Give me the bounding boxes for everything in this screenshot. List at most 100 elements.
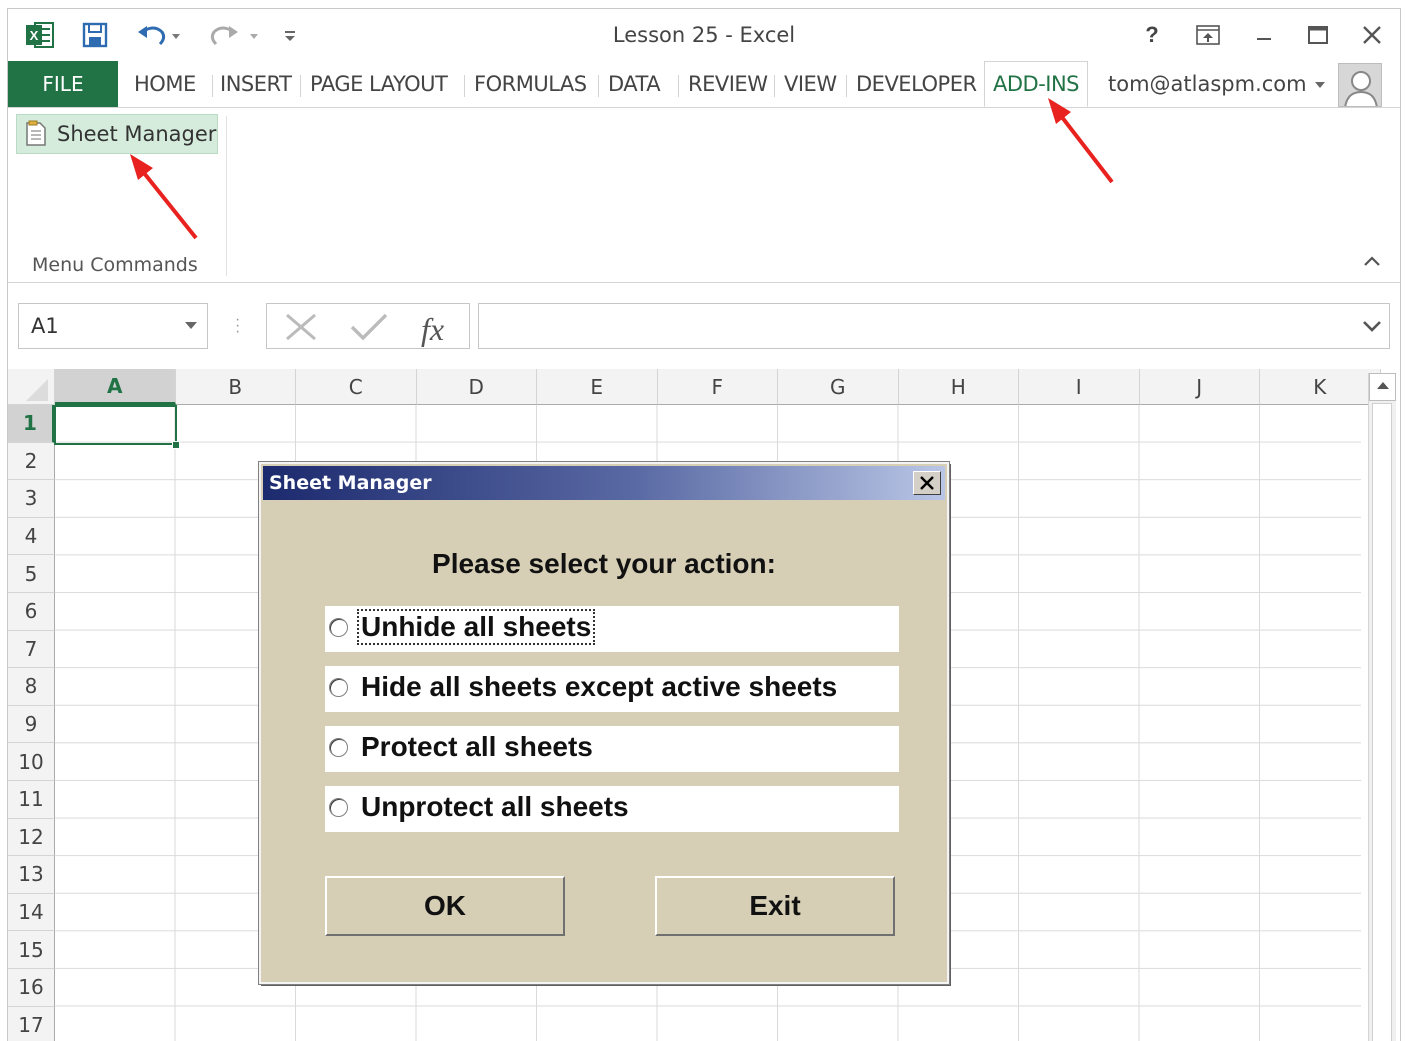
tab-separator: [212, 75, 213, 97]
row-header-11[interactable]: 11: [8, 781, 55, 819]
option-label: Unhide all sheets: [356, 609, 596, 645]
collapse-ribbon-icon[interactable]: [1360, 250, 1384, 274]
close-icon[interactable]: [1354, 19, 1390, 51]
option-unprotect-all[interactable]: Unprotect all sheets: [325, 786, 899, 832]
name-box-value: A1: [31, 314, 59, 338]
row-header-5[interactable]: 5: [8, 555, 55, 593]
tab-insert[interactable]: INSERT: [220, 61, 292, 107]
formula-buttons: fx: [266, 303, 470, 349]
column-header-e[interactable]: E: [537, 369, 658, 405]
tab-review[interactable]: REVIEW: [688, 61, 768, 107]
svg-text:fx: fx: [421, 311, 444, 347]
row-header-9[interactable]: 9: [8, 705, 55, 744]
radio-button[interactable]: [329, 738, 348, 757]
radio-button[interactable]: [329, 798, 348, 817]
option-label: Protect all sheets: [361, 731, 593, 762]
row-header-15[interactable]: 15: [8, 931, 55, 969]
row-header-17[interactable]: 17: [8, 1006, 55, 1041]
column-header-a[interactable]: A: [55, 369, 176, 405]
row-header-13[interactable]: 13: [8, 856, 55, 894]
selected-cell[interactable]: [54, 405, 177, 445]
row-header-8[interactable]: 8: [8, 668, 55, 706]
tab-separator: [774, 75, 775, 97]
avatar[interactable]: [1338, 63, 1382, 107]
minimize-icon[interactable]: [1246, 19, 1282, 51]
column-header-i[interactable]: I: [1019, 369, 1140, 405]
column-header-f[interactable]: F: [657, 369, 778, 405]
formula-bar-grip-icon[interactable]: · · ·: [235, 312, 240, 340]
row-header-14[interactable]: 14: [8, 893, 55, 932]
formula-bar: A1 · · · fx: [8, 283, 1400, 369]
tab-home[interactable]: HOME: [134, 61, 196, 107]
group-label: Menu Commands: [32, 254, 198, 276]
cancel-icon[interactable]: [283, 312, 319, 342]
name-box-dropdown-icon[interactable]: [185, 322, 197, 329]
row-header-16[interactable]: 16: [8, 969, 55, 1007]
row-header-12[interactable]: 12: [8, 818, 55, 857]
option-unhide-all[interactable]: Unhide all sheets: [325, 606, 899, 652]
tab-developer[interactable]: DEVELOPER: [856, 61, 977, 107]
sheet-manager-label: Sheet Manager: [57, 122, 217, 146]
column-header-c[interactable]: C: [296, 369, 417, 405]
radio-button[interactable]: [329, 678, 348, 697]
title-bar: X Lesson 25 - Excel ?: [8, 9, 1400, 61]
maximize-icon[interactable]: [1300, 19, 1336, 51]
row-header-2[interactable]: 2: [8, 442, 55, 481]
document-icon: [26, 120, 46, 146]
dialog-title: Sheet Manager: [269, 472, 432, 494]
ribbon-display-options-icon[interactable]: [1190, 19, 1226, 51]
row-header-3[interactable]: 3: [8, 480, 55, 518]
tab-separator: [678, 75, 679, 97]
dialog-title-bar[interactable]: Sheet Manager: [263, 466, 945, 500]
insert-function-icon[interactable]: fx: [417, 308, 463, 348]
ok-button[interactable]: OK: [325, 876, 565, 936]
ribbon-tabs: FILE HOME INSERT PAGE LAYOUT FORMULAS DA…: [8, 61, 1400, 107]
scroll-thumb[interactable]: [1372, 403, 1392, 1041]
option-label: Hide all sheets except active sheets: [361, 671, 838, 702]
tab-data[interactable]: DATA: [608, 61, 661, 107]
radio-button[interactable]: [329, 618, 348, 637]
tab-separator: [300, 75, 301, 97]
tab-add-ins[interactable]: ADD-INS: [984, 61, 1089, 107]
column-header-j[interactable]: J: [1139, 369, 1260, 405]
option-label: Unprotect all sheets: [361, 791, 629, 822]
close-icon: [920, 476, 934, 490]
row-header-7[interactable]: 7: [8, 630, 55, 669]
tab-file[interactable]: FILE: [8, 61, 118, 107]
sheet-manager-dialog: Sheet Manager Please select your action:…: [258, 461, 950, 985]
help-icon[interactable]: ?: [1134, 19, 1170, 51]
column-header-d[interactable]: D: [416, 369, 537, 405]
formula-input[interactable]: [478, 303, 1390, 349]
tab-page-layout[interactable]: PAGE LAYOUT: [310, 61, 448, 107]
scroll-up-button[interactable]: [1369, 373, 1396, 401]
name-box[interactable]: A1: [18, 303, 208, 349]
sheet-manager-button[interactable]: Sheet Manager: [16, 114, 218, 154]
column-header-b[interactable]: B: [175, 369, 296, 405]
row-header-1[interactable]: 1: [8, 405, 55, 443]
dialog-prompt: Please select your action:: [432, 548, 776, 579]
row-header-4[interactable]: 4: [8, 517, 55, 556]
ribbon-panel: Sheet Manager Menu Commands: [8, 107, 1400, 283]
vertical-scrollbar[interactable]: [1368, 373, 1396, 1041]
column-header-h[interactable]: H: [898, 369, 1019, 405]
account-name[interactable]: tom@atlaspm.com: [1108, 61, 1307, 107]
enter-icon[interactable]: [349, 312, 389, 342]
row-header-10[interactable]: 10: [8, 743, 55, 781]
group-separator: [226, 116, 227, 276]
row-header-6[interactable]: 6: [8, 593, 55, 631]
tab-separator: [464, 75, 465, 97]
tab-formulas[interactable]: FORMULAS: [474, 61, 587, 107]
option-protect-all[interactable]: Protect all sheets: [325, 726, 899, 772]
fill-handle[interactable]: [172, 441, 180, 449]
tab-separator: [598, 75, 599, 97]
option-hide-all-except-active[interactable]: Hide all sheets except active sheets: [325, 666, 899, 712]
tab-view[interactable]: VIEW: [784, 61, 837, 107]
dialog-close-button[interactable]: [913, 471, 941, 495]
column-header-k[interactable]: K: [1260, 369, 1381, 405]
column-header-g[interactable]: G: [778, 369, 899, 405]
exit-button[interactable]: Exit: [655, 876, 895, 936]
account-dropdown-icon[interactable]: [1314, 81, 1326, 89]
tab-separator: [846, 75, 847, 97]
select-all-corner[interactable]: [8, 369, 55, 405]
expand-formula-bar-icon[interactable]: [1361, 318, 1383, 334]
